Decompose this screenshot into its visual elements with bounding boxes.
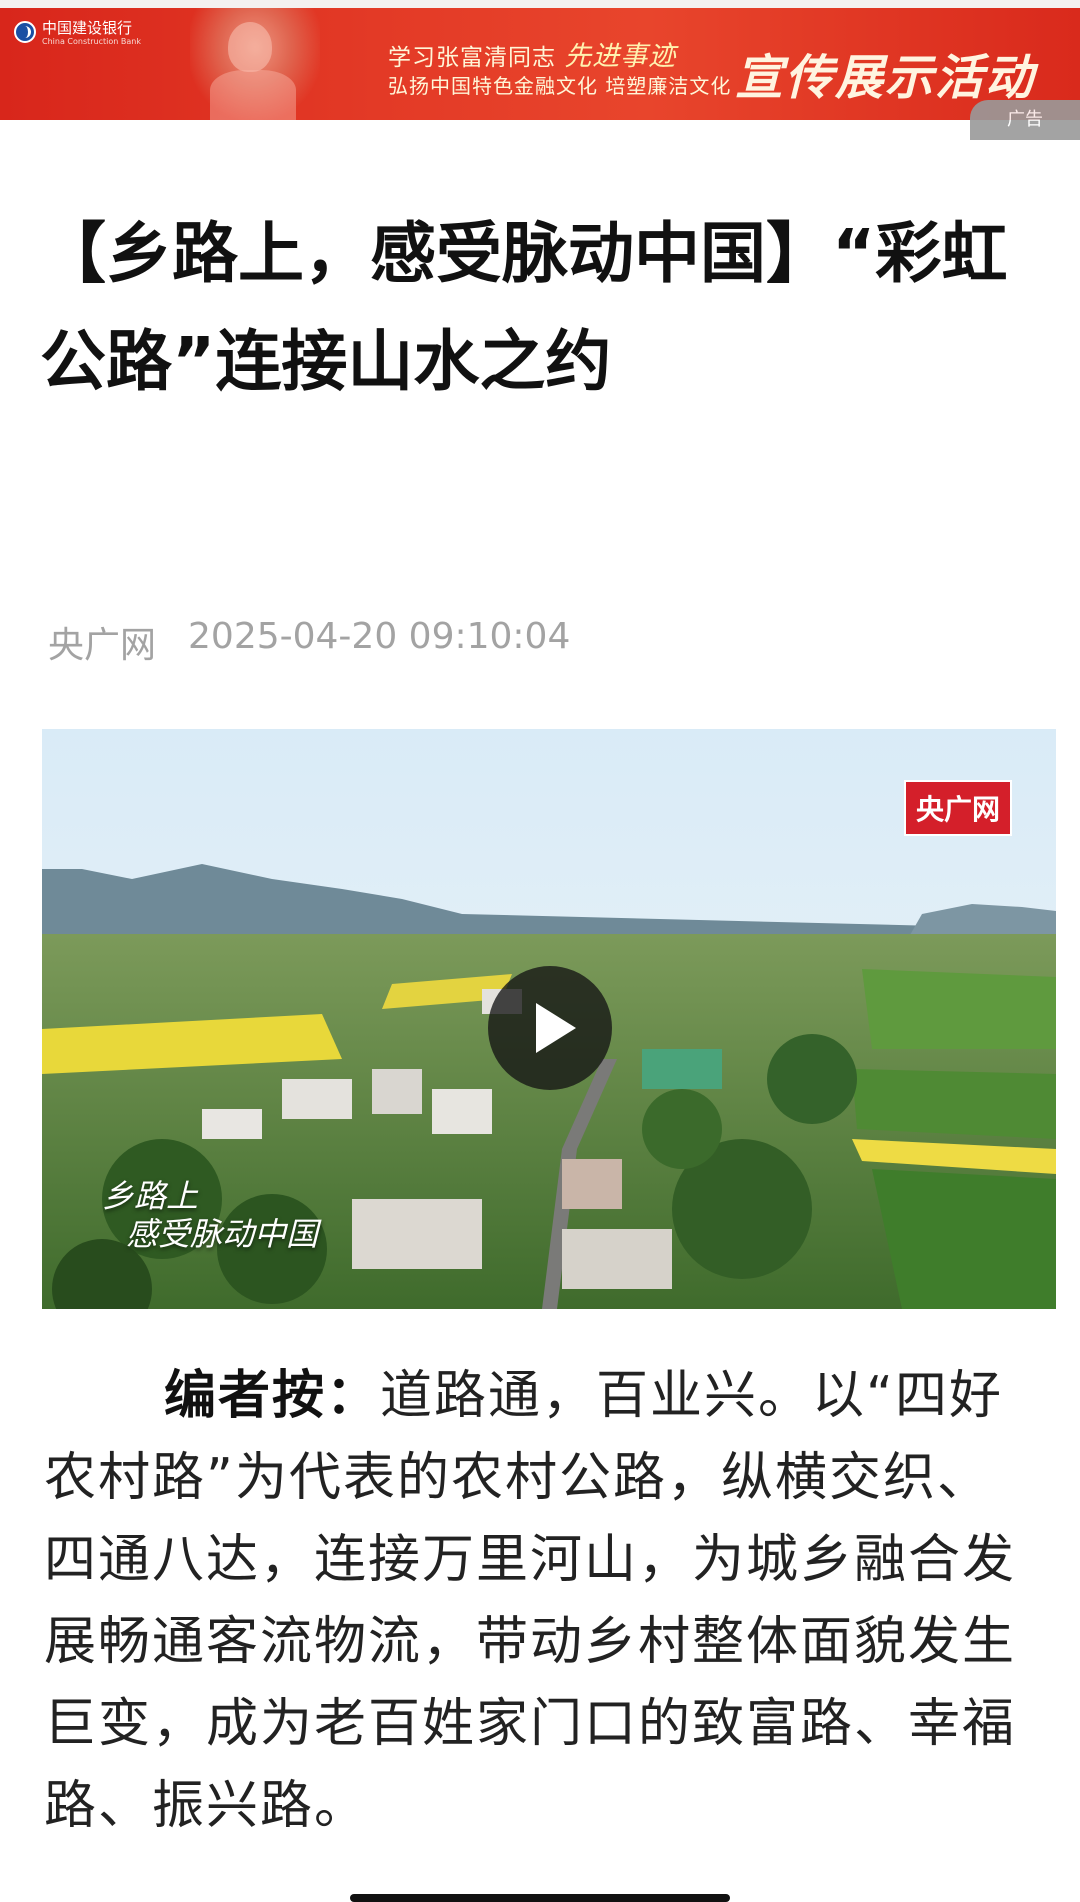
video-caption-line2: 感受脉动中国 xyxy=(126,1215,319,1253)
article-source: 央广网 xyxy=(48,625,157,666)
cnr-badge: 央广网 xyxy=(904,780,1012,836)
video-player[interactable]: 央广网 乡路上 感受脉动中国 xyxy=(42,729,1056,1309)
editor-note-label: 编者按： xyxy=(164,1366,381,1426)
bank-sub: China Construction Bank xyxy=(42,37,141,46)
home-indicator[interactable] xyxy=(350,1894,730,1902)
ad-headline: 学习张富清同志 先进事迹 xyxy=(388,34,676,73)
bank-name: 中国建设银行 xyxy=(42,19,133,37)
play-button[interactable] xyxy=(488,966,612,1090)
bank-logo-icon xyxy=(14,21,36,43)
article-title: 【乡路上，感受脉动中国】“彩虹公路”连接山水之约 xyxy=(40,215,1008,400)
ad-headline-highlight: 先进事迹 xyxy=(564,41,677,72)
ad-tag: 广告 xyxy=(970,100,1080,140)
video-caption: 乡路上 感受脉动中国 xyxy=(102,1177,318,1253)
ad-headline-prefix: 学习张富清同志 xyxy=(388,45,556,71)
status-strip xyxy=(0,0,1080,8)
portrait-image xyxy=(190,8,320,120)
video-caption-line1: 乡路上 xyxy=(102,1177,199,1215)
ad-banner[interactable]: 中国建设银行 China Construction Bank 学习张富清同志 先… xyxy=(0,0,1080,120)
editor-note-text: 道路通，百业兴。以“四好农村路”为代表的农村公路，纵横交织、四通八达，连接万里河… xyxy=(44,1366,1017,1836)
article-meta: 央广网 2025-04-20 09:10:04 xyxy=(48,616,570,668)
ad-big-text: 宣传展示活动 xyxy=(735,50,1036,106)
article-datetime: 2025-04-20 09:10:04 xyxy=(188,616,571,657)
article-body: 编者按：道路通，百业兴。以“四好农村路”为代表的农村公路，纵横交织、四通八达，连… xyxy=(44,1355,1040,1847)
bank-logo: 中国建设银行 China Construction Bank xyxy=(14,18,141,46)
ad-subline: 弘扬中国特色金融文化 培塑廉洁文化 xyxy=(388,74,732,98)
